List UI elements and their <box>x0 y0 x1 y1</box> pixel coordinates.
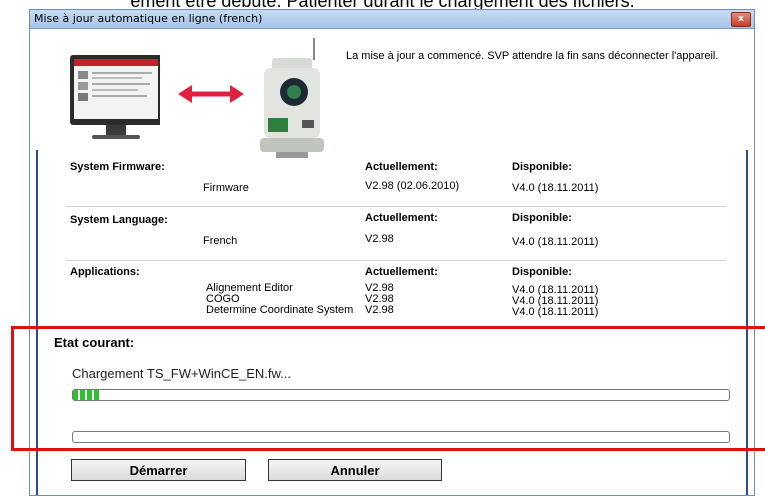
window-title: Mise à jour automatique en ligne (french… <box>34 12 263 25</box>
cancel-button[interactable]: Annuler <box>268 459 442 481</box>
app-available-versions: V4.0 (18.11.2011) V4.0 (18.11.2011) V4.0… <box>512 285 598 318</box>
language-item: French <box>203 235 238 247</box>
close-button[interactable]: x <box>731 12 751 27</box>
firmware-available-version: V4.0 (18.11.2011) <box>512 182 599 194</box>
language-available-label: Disponible: <box>512 212 572 224</box>
firmware-available-label: Disponible: <box>512 161 572 173</box>
list-item: V4.0 (18.11.2011) <box>512 306 599 318</box>
firmware-item: Firmware <box>203 182 249 194</box>
status-message: La mise à jour a commencé. SVP attendre … <box>346 50 719 62</box>
firmware-current-label: Actuellement: <box>365 161 438 173</box>
applications-available-label: Disponible: <box>512 266 572 278</box>
firmware-heading: System Firmware: <box>70 161 165 173</box>
list-item: V2.98 <box>365 304 394 316</box>
highlight-frame <box>11 326 765 451</box>
applications-heading: Applications: <box>70 266 140 278</box>
title-bar[interactable]: Mise à jour automatique en ligne (french… <box>30 10 754 29</box>
applications-current-label: Actuellement: <box>365 266 438 278</box>
firmware-current-version: V2.98 (02.06.2010) <box>365 180 460 192</box>
language-current-label: Actuellement: <box>365 212 438 224</box>
total-station-icon <box>260 38 324 158</box>
sync-arrow-icon <box>178 85 244 103</box>
language-current-version: V2.98 <box>365 233 394 245</box>
start-button[interactable]: Démarrer <box>71 459 246 481</box>
app-names: Alignement Editor COGO Determine Coordin… <box>206 283 353 316</box>
section-divider <box>66 260 726 261</box>
computer-icon <box>70 55 160 139</box>
list-item: Determine Coordinate System <box>206 304 354 316</box>
language-available-version: V4.0 (18.11.2011) <box>512 236 599 248</box>
app-current-versions: V2.98 V2.98 V2.98 <box>365 283 394 316</box>
section-divider <box>66 206 726 207</box>
language-heading: System Language: <box>70 214 168 226</box>
